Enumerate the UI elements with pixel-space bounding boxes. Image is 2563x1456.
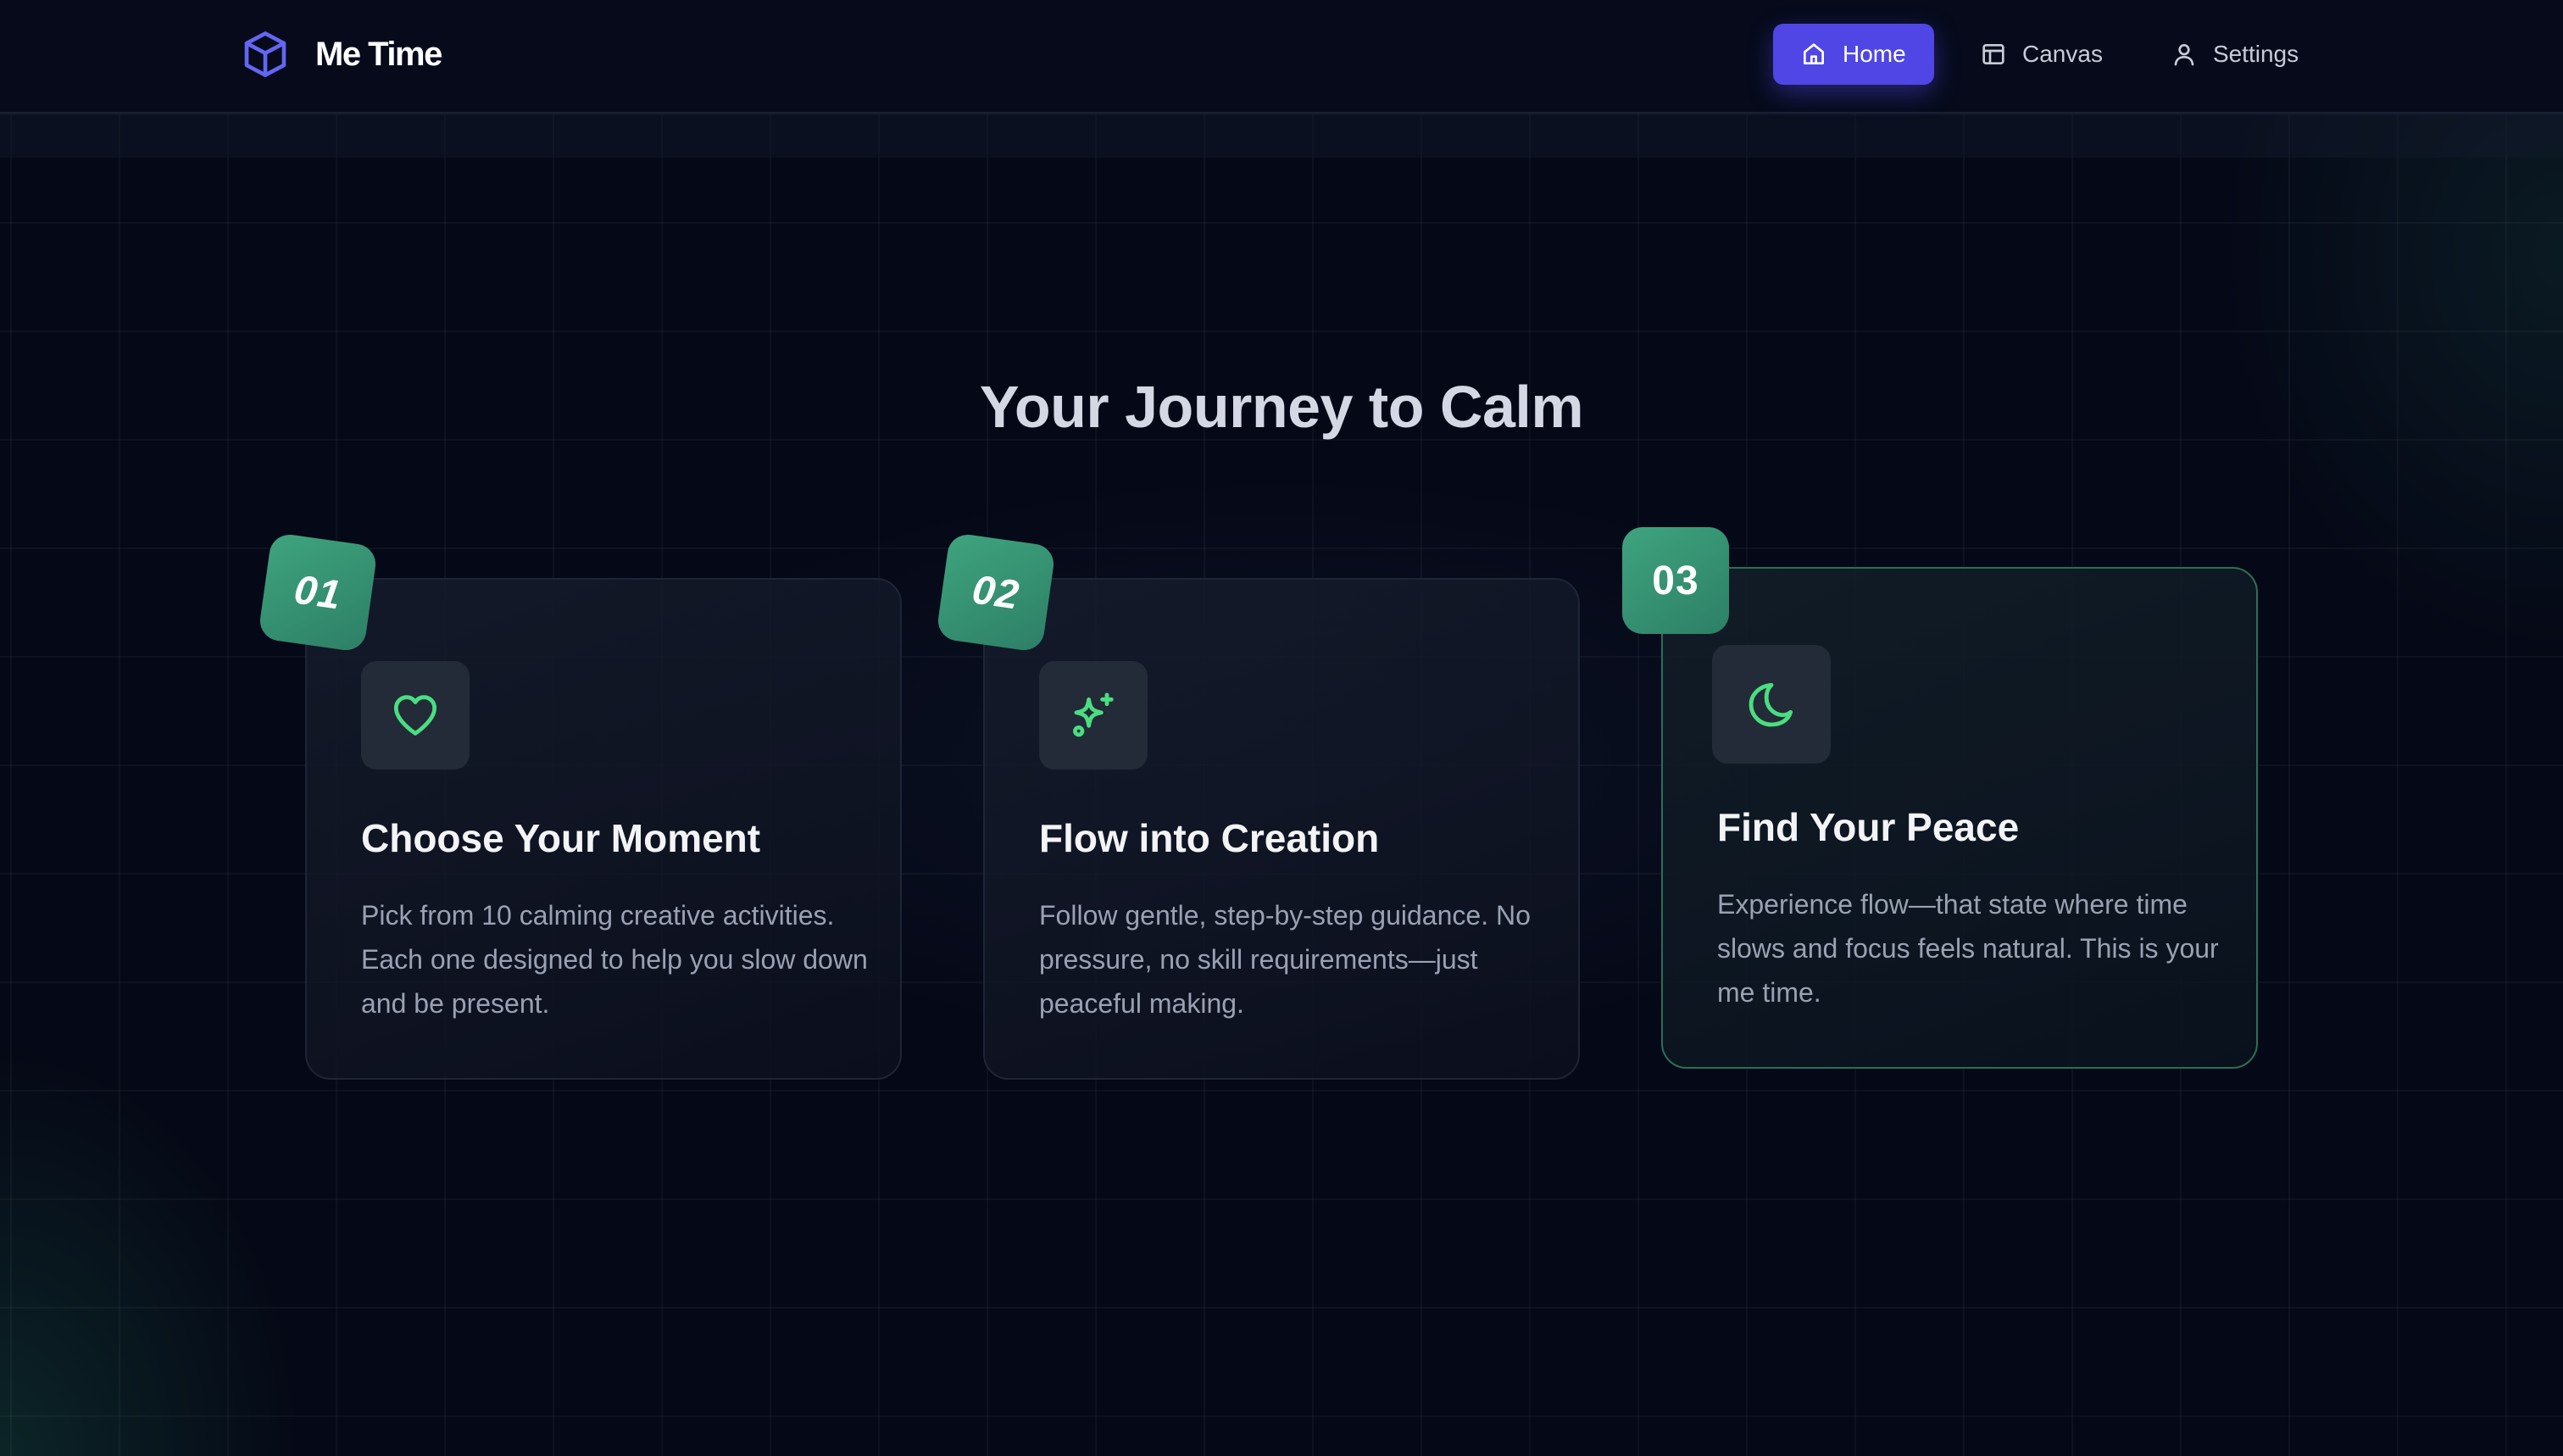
nav-canvas-button[interactable]: Canvas [1953, 24, 2130, 85]
step-icon-box [1039, 661, 1148, 770]
top-navbar: Me Time Home Canvas Settings [0, 0, 2563, 114]
sparkles-icon [1073, 692, 1114, 737]
step-card-2: Flow into Creation Follow gentle, step-b… [983, 578, 1580, 1080]
brand-logo[interactable]: Me Time [239, 27, 442, 81]
step-title: Choose Your Moment [361, 816, 761, 860]
nav-settings-button[interactable]: Settings [2143, 24, 2326, 85]
step-description: Experience flow—that state where time sl… [1717, 889, 2219, 1008]
step-number-badge-3: 03 [1622, 527, 1729, 634]
step-title: Flow into Creation [1039, 816, 1380, 860]
nav-settings-label: Settings [2212, 41, 2299, 67]
brand-name: Me Time [315, 35, 442, 73]
step-card-1: Choose Your Moment Pick from 10 calming … [305, 578, 902, 1080]
step-card-3: Find Your Peace Experience flow—that sta… [1661, 567, 2258, 1069]
home-icon [1804, 43, 1824, 64]
moon-icon [1749, 682, 1793, 727]
step-title: Find Your Peace [1717, 805, 2020, 849]
step-icon-box [1712, 645, 1831, 764]
step-description: Follow gentle, step-by-step guidance. No… [1039, 900, 1531, 1019]
step-number-badge-1: 01 [257, 531, 379, 653]
step-icon-box [361, 661, 470, 770]
step-description: Pick from 10 calming creative activities… [361, 900, 868, 1019]
layout-icon [1982, 44, 2004, 64]
user-icon [2174, 44, 2194, 66]
nav-shadow-band [0, 114, 2563, 158]
main-nav: Home Canvas Settings [1773, 23, 2326, 86]
cube-icon [244, 31, 286, 77]
heart-icon [393, 695, 437, 736]
section-heading: Your Journey to Calm [979, 374, 1584, 440]
page: Me Time Home Canvas Settings Your Journe… [0, 0, 2563, 1456]
nav-home-label: Home [1843, 41, 1906, 67]
nav-canvas-label: Canvas [2022, 41, 2103, 67]
nav-home-button[interactable]: Home [1773, 24, 1934, 85]
step-number-badge-2: 02 [935, 531, 1057, 653]
